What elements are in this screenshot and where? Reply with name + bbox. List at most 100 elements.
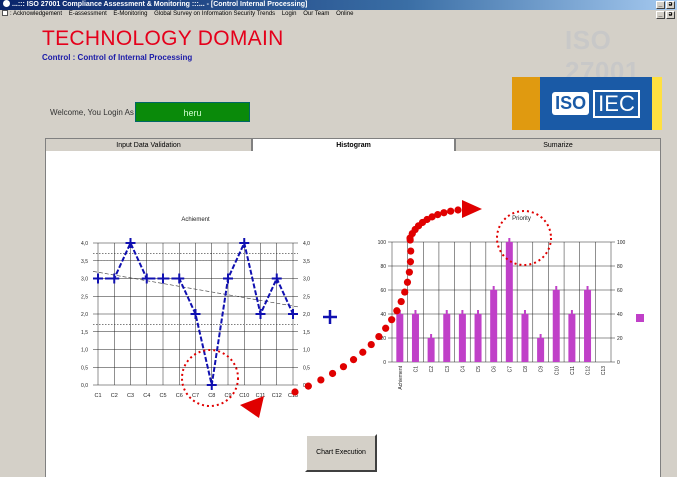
priority-bar-errorbar [539,334,542,338]
line-chart-y-tick-left: 3,0 [81,277,88,283]
annotation-dot [291,388,299,396]
annotation-dot [397,297,405,306]
priority-bar-errorbar [445,310,448,314]
annotation-dot [304,382,312,390]
line-chart-y-tick-left: 2,0 [81,312,88,318]
bar-chart-y-tick-right: 40 [617,312,623,318]
bar-chart-y-tick-left: 60 [380,288,386,294]
achievement-point [190,309,201,319]
annotation-dot [405,268,413,276]
achievement-point [141,273,152,284]
priority-bar-errorbar [570,310,573,314]
line-chart-y-tick-left: 1,5 [81,330,88,336]
bar-chart-x-tick: C4 [460,366,466,373]
bar-chart-x-tick: C12 [586,366,592,375]
bar-chart-x-tick: C1 [413,366,419,373]
bar-chart-x-tick: C6 [492,366,498,373]
annotation-dot [393,307,401,315]
line-chart-x-tick: C5 [159,393,166,399]
line-chart-x-tick: C2 [111,393,118,399]
line-chart-x-tick: C7 [192,393,199,399]
line-chart-x-tick: C12 [272,393,282,399]
bar-chart-x-tick: C10 [554,366,560,375]
line-chart-y-tick-right: 4,0 [303,241,310,247]
priority-bar [490,290,498,362]
achievement-point [271,273,282,284]
priority-bar-errorbar [461,310,464,314]
line-chart-y-tick-right: 2,0 [303,312,310,318]
line-chart-y-tick-right: 3,5 [303,259,310,265]
priority-bar-errorbar [414,310,417,314]
bar-chart-y-tick-left: 40 [380,312,386,318]
priority-bar [411,314,419,362]
line-chart-y-tick-right: 3,0 [303,277,310,283]
line-chart-x-tick: C6 [176,393,183,399]
achievement-point [93,273,103,284]
bar-chart-x-tick: C11 [570,366,576,375]
priority-bar-errorbar [477,310,480,314]
line-chart-x-tick: C3 [127,393,134,399]
bar-chart-y-tick-right: 0 [617,360,620,366]
annotation-dot [403,278,412,286]
line-chart-y-tick-left: 1,0 [81,348,88,354]
line-chart-y-tick-right: 1,0 [303,348,310,354]
priority-bar-errorbar [523,310,526,314]
chart-execution-button[interactable]: Chart Execution [305,434,377,472]
achievement-point [174,273,185,284]
annotation-dot [317,376,325,384]
annotation-dot [328,369,337,378]
annotation-dot [349,356,358,364]
priority-bar [396,314,404,362]
annotation-dot [375,332,383,341]
line-chart-legend-marker [323,310,337,324]
bar-chart-x-tick: Achiement [398,365,404,389]
priority-bar [552,290,560,362]
priority-bar [443,314,451,362]
priority-bar [427,338,435,362]
priority-bar-errorbar [555,286,558,290]
line-chart-y-tick-left: 0,5 [81,365,88,371]
priority-bar-errorbar [430,334,433,338]
annotation-dot [339,363,348,371]
bar-chart-x-tick: C5 [476,366,482,373]
priority-bar [458,314,466,362]
bar-chart-y-tick-right: 80 [617,264,623,270]
bar-chart-y-tick-left: 100 [378,240,387,246]
line-chart-x-tick: C8 [208,393,215,399]
achievement-point [288,309,298,319]
bar-chart-x-tick: C9 [539,366,545,373]
bar-chart-x-tick: C2 [429,366,435,373]
achievement-point [255,309,266,319]
line-chart-y-tick-right: 0,5 [303,365,310,371]
bar-chart-x-tick: C13 [601,366,607,375]
achievement-point [158,273,168,284]
line-chart-y-tick-left: 4,0 [81,241,88,247]
priority-bar-errorbar [586,286,589,290]
priority-bar [537,338,545,362]
achievement-line-chart: Achiement 4,0 4,0 3,5 3,5 3,0 3,0 2,5 2,5 2,0 2,0 1… [81,217,337,399]
priority-bar [584,290,592,362]
bar-chart-title: Priority [512,216,531,222]
annotation-arrow-right [462,200,482,218]
line-chart-y-tick-right: 2,5 [303,294,310,300]
annotation-dot [440,209,448,217]
line-chart-title: Achiement [181,217,210,223]
annotation-dot [407,247,415,255]
bar-chart-y-tick-left: 0 [383,360,386,366]
bar-chart-y-tick-left: 80 [380,264,386,270]
achievement-point [239,238,250,248]
annotation-dot [382,324,390,332]
bar-chart-legend-marker [636,314,644,322]
achievement-point [125,238,136,248]
priority-bar [474,314,482,362]
annotation-dot [447,207,455,215]
priority-bar-errorbar [508,238,511,242]
charts-canvas: Achiement 4,0 4,0 3,5 3,5 3,0 3,0 2,5 2,5 2,0 2,0 1… [81,200,644,418]
annotation-dot [367,340,375,349]
achievement-point [109,273,120,284]
bar-chart-x-tick: C8 [523,366,529,373]
priority-bar-errorbar [492,286,495,290]
line-chart-y-tick-left: 0,0 [81,383,88,389]
priority-bar [521,314,529,362]
annotation-dot [359,348,367,356]
